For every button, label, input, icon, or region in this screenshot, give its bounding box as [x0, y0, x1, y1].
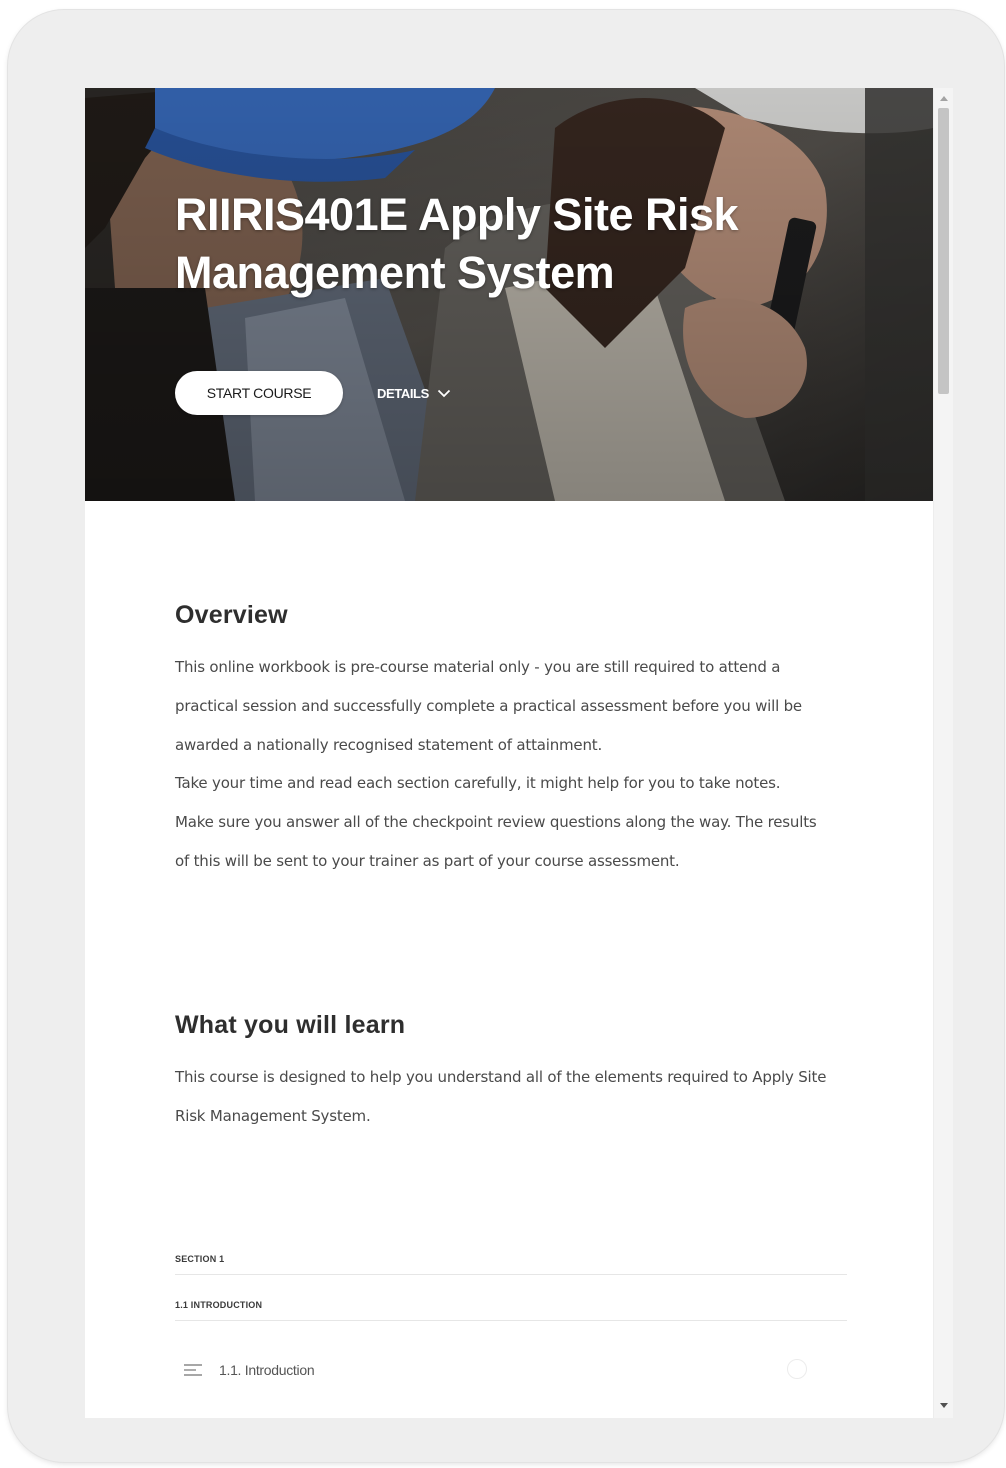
details-label: DETAILS: [377, 385, 429, 401]
section-label: SECTION 1: [175, 1254, 847, 1275]
details-toggle[interactable]: DETAILS: [377, 371, 451, 415]
lesson-title: 1.1. Introduction: [219, 1362, 315, 1378]
learn-heading: What you will learn: [175, 1011, 406, 1039]
subsection-label: 1.1 INTRODUCTION: [175, 1300, 847, 1321]
overview-paragraph: Take your time and read each section car…: [175, 774, 781, 793]
start-course-button[interactable]: START COURSE: [175, 371, 343, 415]
hero-banner: RIIRIS401E Apply Site Risk Management Sy…: [85, 88, 933, 501]
course-page: RIIRIS401E Apply Site Risk Management Sy…: [85, 88, 933, 1418]
scroll-up-icon[interactable]: [940, 96, 948, 101]
text-lines-icon: [184, 1364, 202, 1376]
tablet-frame: RIIRIS401E Apply Site Risk Management Sy…: [8, 10, 1004, 1462]
overview-paragraph: This online workbook is pre-course mater…: [175, 658, 802, 754]
screen: RIIRIS401E Apply Site Risk Management Sy…: [85, 88, 953, 1418]
course-title: RIIRIS401E Apply Site Risk Management Sy…: [175, 189, 739, 298]
lesson-row[interactable]: 1.1. Introduction: [175, 1352, 847, 1388]
overview-text: This online workbook is pre-course mater…: [175, 648, 835, 881]
scrollbar-thumb[interactable]: [938, 108, 949, 394]
progress-circle-icon: [787, 1359, 807, 1379]
chevron-down-icon: [437, 389, 450, 397]
vertical-scrollbar[interactable]: [933, 88, 953, 1418]
overview-paragraph: Make sure you answer all of the checkpoi…: [175, 813, 817, 870]
scroll-down-icon[interactable]: [940, 1403, 948, 1408]
overview-heading: Overview: [175, 601, 288, 629]
learn-paragraph: This course is designed to help you unde…: [175, 1068, 827, 1125]
learn-text: This course is designed to help you unde…: [175, 1058, 835, 1136]
